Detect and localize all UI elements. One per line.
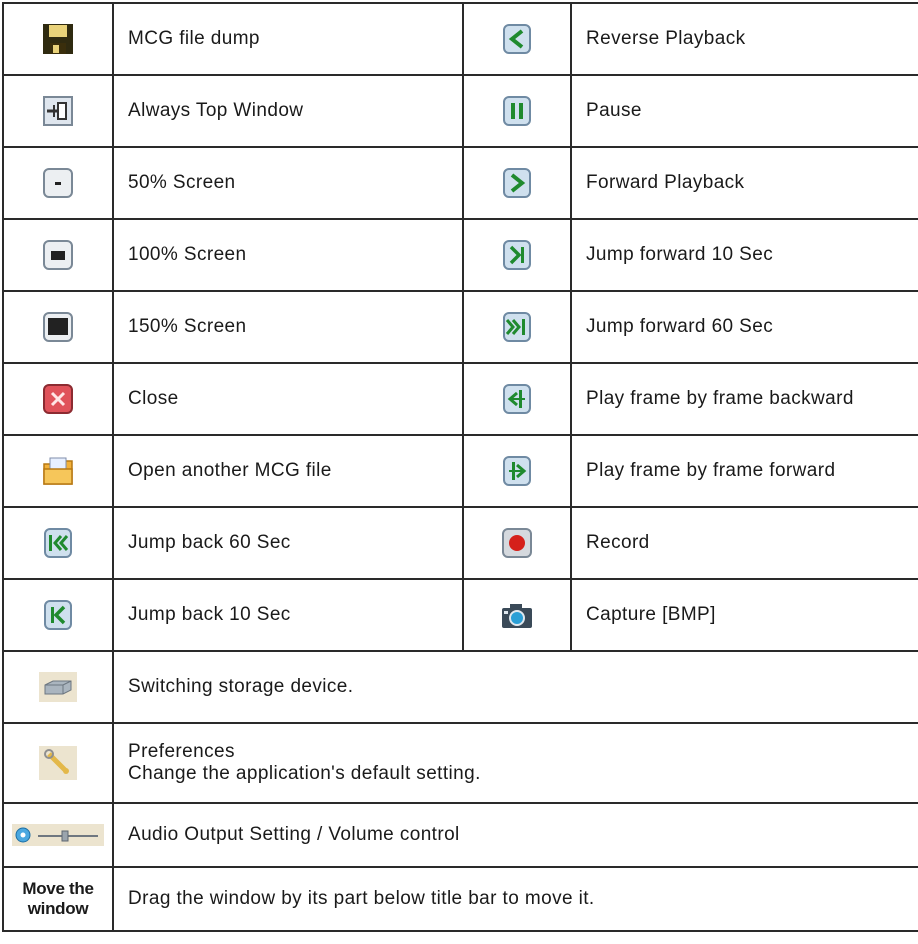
legend-label: Pause xyxy=(570,74,918,148)
legend-label: Forward Playback xyxy=(570,146,918,220)
move-window-label-line2: window xyxy=(27,899,89,918)
icon-cell xyxy=(2,218,114,292)
icon-cell xyxy=(2,722,114,804)
open-folder-icon xyxy=(43,457,73,485)
legend-label: Jump forward 10 Sec xyxy=(570,218,918,292)
table-row: 150% Screen Jump forward 60 Sec xyxy=(2,290,918,364)
storage-device-icon xyxy=(39,672,77,702)
table-row: Always Top Window Pause xyxy=(2,74,918,148)
icon-cell xyxy=(2,506,114,580)
move-window-cell: Move the window xyxy=(2,866,114,932)
table-row: Preferences Change the application's def… xyxy=(2,722,918,804)
floppy-disk-icon xyxy=(43,24,73,54)
table-row: Move the window Drag the window by its p… xyxy=(2,866,918,932)
move-window-label-line1: Move the xyxy=(22,879,94,898)
legend-label: Record xyxy=(570,506,918,580)
icon-cell xyxy=(462,506,572,580)
frame-backward-icon xyxy=(503,384,531,414)
table-row: MCG file dump Reverse Playback xyxy=(2,2,918,76)
screen-100-icon xyxy=(43,240,73,270)
preferences-description: Change the application's default setting… xyxy=(128,763,481,784)
legend-label: Open another MCG file xyxy=(112,434,464,508)
table-row: Open another MCG file Play frame by fram… xyxy=(2,434,918,508)
pin-icon xyxy=(43,96,73,126)
legend-label: Play frame by frame backward xyxy=(570,362,918,436)
legend-label: Always Top Window xyxy=(112,74,464,148)
screen-150-icon xyxy=(43,312,73,342)
icon-cell xyxy=(462,434,572,508)
close-icon xyxy=(43,384,73,414)
legend-label: Switching storage device. xyxy=(112,650,918,724)
jump-back-10-icon xyxy=(44,600,72,630)
camera-icon xyxy=(502,604,532,628)
table-row: Switching storage device. xyxy=(2,650,918,724)
record-icon xyxy=(502,528,532,558)
table-row: Jump back 10 Sec Capture [BMP] xyxy=(2,578,918,652)
screen-50-icon xyxy=(43,168,73,198)
legend-label: Audio Output Setting / Volume control xyxy=(112,802,918,868)
legend-label: Jump back 60 Sec xyxy=(112,506,464,580)
icon-cell xyxy=(462,578,572,652)
table-row: 100% Screen Jump forward 10 Sec xyxy=(2,218,918,292)
legend-label: Play frame by frame forward xyxy=(570,434,918,508)
icon-cell xyxy=(462,362,572,436)
icon-cell xyxy=(2,802,114,868)
table-row: Audio Output Setting / Volume control xyxy=(2,802,918,868)
legend-label: Reverse Playback xyxy=(570,2,918,76)
legend-label: Jump back 10 Sec xyxy=(112,578,464,652)
legend-label: Capture [BMP] xyxy=(570,578,918,652)
legend-label: 150% Screen xyxy=(112,290,464,364)
reverse-playback-icon xyxy=(503,24,531,54)
forward-playback-icon xyxy=(503,168,531,198)
icon-cell xyxy=(2,290,114,364)
legend-label: MCG file dump xyxy=(112,2,464,76)
toolbar-legend-table: MCG file dump Reverse Playback Always To… xyxy=(2,2,918,932)
icon-cell xyxy=(2,362,114,436)
preferences-title: Preferences xyxy=(128,741,235,762)
icon-cell xyxy=(462,146,572,220)
legend-label: Close xyxy=(112,362,464,436)
icon-cell xyxy=(2,434,114,508)
legend-label: 100% Screen xyxy=(112,218,464,292)
legend-label: Drag the window by its part below title … xyxy=(112,866,918,932)
jump-back-60-icon xyxy=(44,528,72,558)
icon-cell xyxy=(2,578,114,652)
jump-forward-60-icon xyxy=(503,312,531,342)
legend-label: Jump forward 60 Sec xyxy=(570,290,918,364)
table-row: Close Play frame by frame backward xyxy=(2,362,918,436)
icon-cell xyxy=(2,650,114,724)
icon-cell xyxy=(2,2,114,76)
table-row: Jump back 60 Sec Record xyxy=(2,506,918,580)
jump-forward-10-icon xyxy=(503,240,531,270)
table-row: 50% Screen Forward Playback xyxy=(2,146,918,220)
icon-cell xyxy=(462,2,572,76)
frame-forward-icon xyxy=(503,456,531,486)
icon-cell xyxy=(462,290,572,364)
icon-cell xyxy=(2,74,114,148)
icon-cell xyxy=(462,74,572,148)
icon-cell xyxy=(2,146,114,220)
pause-icon xyxy=(503,96,531,126)
volume-slider-icon xyxy=(12,824,104,846)
icon-cell xyxy=(462,218,572,292)
preferences-cell: Preferences Change the application's def… xyxy=(112,722,918,804)
legend-label: 50% Screen xyxy=(112,146,464,220)
wrench-icon xyxy=(39,746,77,780)
